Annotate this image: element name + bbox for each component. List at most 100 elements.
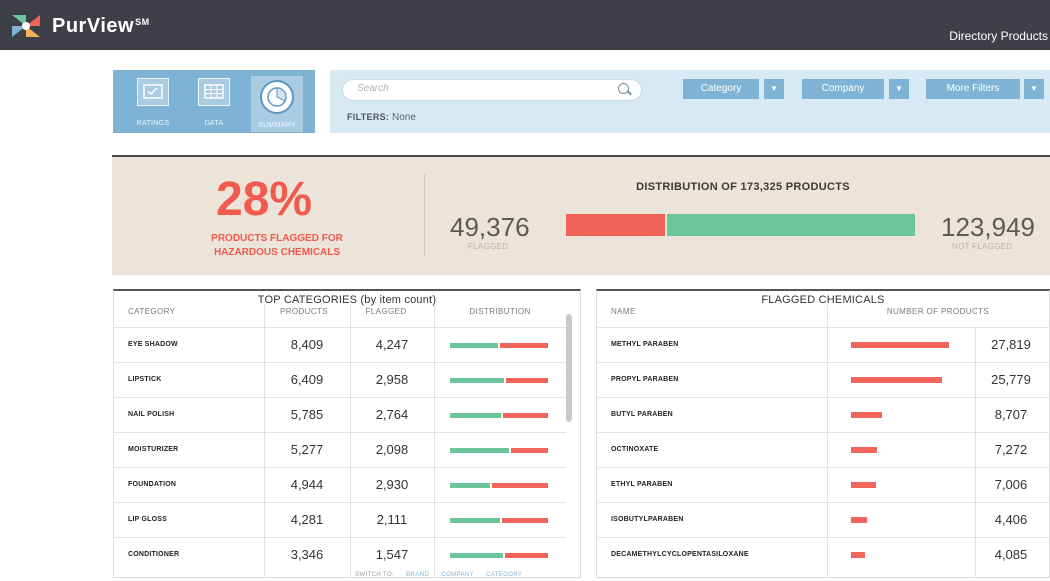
chemical-count-bar bbox=[851, 482, 876, 488]
table-row[interactable]: MOISTURIZER 5,277 2,098 bbox=[114, 432, 566, 468]
flagged-percent-label-line1: PRODUCTS FLAGGED FOR bbox=[211, 233, 343, 244]
table-row[interactable]: CONDITIONER 3,346 1,547 bbox=[114, 537, 566, 573]
category-flagged: 2,930 bbox=[375, 477, 409, 492]
more-filters-chevron-icon[interactable]: ▼ bbox=[1024, 79, 1044, 99]
categories-scrollbar[interactable] bbox=[566, 314, 572, 422]
summary-pie-icon bbox=[260, 80, 294, 114]
chemical-name: DECAMETHYLCYCLOPENTASILOXANE bbox=[611, 551, 749, 558]
filters-value: None bbox=[392, 112, 416, 123]
top-bar: PurViewSM Directory Products bbox=[0, 0, 1050, 50]
switch-category-link[interactable]: CATEGORY bbox=[486, 572, 522, 578]
chemical-count-bar bbox=[851, 412, 882, 418]
search-placeholder: Search bbox=[357, 83, 389, 94]
distribution-bar bbox=[566, 214, 915, 236]
table-row[interactable]: NAIL POLISH 5,785 2,764 bbox=[114, 397, 566, 433]
category-flagged: 2,764 bbox=[375, 407, 409, 422]
category-products: 5,785 bbox=[290, 407, 324, 422]
flagged-count: 49,376 bbox=[450, 212, 530, 242]
category-filter-button[interactable]: Category bbox=[683, 79, 759, 99]
distribution-green-bar bbox=[450, 483, 490, 488]
chemical-name: ISOBUTYLPARABEN bbox=[611, 516, 684, 523]
search-input[interactable]: Search bbox=[342, 79, 642, 101]
view-switcher: RATINGS DATA SUMMARY bbox=[113, 70, 315, 133]
switch-to-label: SWITCH TO: bbox=[355, 572, 395, 578]
nav-directory-products[interactable]: Directory Products bbox=[949, 29, 1048, 43]
category-flagged: 2,111 bbox=[376, 512, 408, 527]
distribution-red-bar bbox=[502, 518, 548, 523]
distribution-red-bar bbox=[500, 343, 548, 348]
category-products: 5,277 bbox=[290, 442, 324, 457]
search-icon[interactable] bbox=[618, 83, 629, 94]
table-row[interactable]: LIPSTICK 6,409 2,958 bbox=[114, 362, 566, 398]
category-products: 4,944 bbox=[290, 477, 324, 492]
filter-bar: Search Category ▼ Company ▼ More Filters… bbox=[330, 70, 1050, 133]
switch-to-links: SWITCH TO: BRAND COMPANY CATEGORY bbox=[355, 572, 522, 578]
view-summary-button[interactable]: SUMMARY bbox=[251, 76, 303, 132]
switch-company-link[interactable]: COMPANY bbox=[441, 572, 474, 578]
view-ratings-button[interactable]: RATINGS bbox=[129, 78, 177, 128]
distribution-red-bar bbox=[506, 378, 548, 383]
chemical-count: 7,006 bbox=[994, 477, 1028, 492]
switch-brand-link[interactable]: BRAND bbox=[406, 572, 429, 578]
category-name: LIPSTICK bbox=[128, 376, 162, 383]
more-filters-button[interactable]: More Filters bbox=[926, 79, 1020, 99]
distribution-not-flagged-segment bbox=[667, 214, 915, 236]
table-row[interactable]: ETHYL PARABEN 7,006 bbox=[597, 467, 1049, 503]
distribution-red-bar bbox=[505, 553, 548, 558]
col-header-category[interactable]: CATEGORY bbox=[128, 307, 175, 316]
distribution-green-bar bbox=[450, 343, 498, 348]
summary-divider bbox=[424, 174, 425, 256]
distribution-title: DISTRIBUTION OF 173,325 PRODUCTS bbox=[636, 181, 850, 193]
table-row[interactable]: LIP GLOSS 4,281 2,111 bbox=[114, 502, 566, 538]
table-row[interactable]: ISOBUTYLPARABEN 4,406 bbox=[597, 502, 1049, 538]
chemical-count-bar bbox=[851, 447, 877, 453]
category-products: 4,281 bbox=[290, 512, 324, 527]
chemical-name: PROPYL PARABEN bbox=[611, 376, 679, 383]
table-row[interactable]: FOUNDATION 4,944 2,930 bbox=[114, 467, 566, 503]
category-name: LIP GLOSS bbox=[128, 516, 168, 523]
company-dropdown-chevron-icon[interactable]: ▼ bbox=[889, 79, 909, 99]
table-row[interactable]: METHYL PARABEN 27,819 bbox=[597, 327, 1049, 363]
top-categories-table: TOP CATEGORIES (by item count) CATEGORY … bbox=[113, 289, 581, 578]
flagged-percent-label: PRODUCTS FLAGGED FOR HAZARDOUS CHEMICALS bbox=[172, 232, 382, 260]
table-row[interactable]: EYE SHADOW 8,409 4,247 bbox=[114, 327, 566, 363]
col-header-distribution[interactable]: DISTRIBUTION bbox=[440, 307, 560, 316]
category-products: 8,409 bbox=[290, 337, 324, 352]
distribution-green-bar bbox=[450, 518, 500, 523]
view-data-label: DATA bbox=[204, 120, 224, 127]
company-filter-button[interactable]: Company bbox=[802, 79, 884, 99]
col-header-name[interactable]: NAME bbox=[611, 307, 636, 316]
col-header-products[interactable]: PRODUCTS bbox=[264, 307, 344, 316]
category-name: NAIL POLISH bbox=[128, 411, 175, 418]
chemical-count-bar bbox=[851, 377, 942, 383]
view-data-button[interactable]: DATA bbox=[190, 78, 238, 128]
distribution-green-bar bbox=[450, 553, 503, 558]
table-row[interactable]: DECAMETHYLCYCLOPENTASILOXANE 4,085 bbox=[597, 537, 1049, 573]
view-summary-label: SUMMARY bbox=[258, 122, 296, 129]
table-row[interactable]: OCTINOXATE 7,272 bbox=[597, 432, 1049, 468]
flagged-chemicals-table: FLAGGED CHEMICALS NAME NUMBER OF PRODUCT… bbox=[596, 289, 1050, 578]
chemical-name: METHYL PARABEN bbox=[611, 341, 679, 348]
chemical-count: 8,707 bbox=[994, 407, 1028, 422]
top-categories-title: TOP CATEGORIES (by item count) bbox=[257, 294, 437, 306]
table-row[interactable]: BUTYL PARABEN 8,707 bbox=[597, 397, 1049, 433]
distribution-red-bar bbox=[511, 448, 548, 453]
category-name: CONDITIONER bbox=[128, 551, 180, 558]
distribution-flagged-segment bbox=[566, 214, 665, 236]
chemical-count: 25,779 bbox=[991, 372, 1031, 387]
category-name: EYE SHADOW bbox=[128, 341, 178, 348]
brand-name[interactable]: PurViewSM bbox=[52, 15, 150, 38]
distribution-green-bar bbox=[450, 378, 504, 383]
chemical-count: 4,085 bbox=[994, 547, 1028, 562]
category-flagged: 2,958 bbox=[375, 372, 409, 387]
flagged-chemicals-title: FLAGGED CHEMICALS bbox=[761, 294, 885, 306]
distribution-green-bar bbox=[450, 448, 509, 453]
chemical-count-bar bbox=[851, 517, 867, 523]
table-row[interactable]: PROPYL PARABEN 25,779 bbox=[597, 362, 1049, 398]
chemical-count: 27,819 bbox=[991, 337, 1031, 352]
col-header-number-of-products[interactable]: NUMBER OF PRODUCTS bbox=[829, 307, 1047, 316]
col-header-flagged[interactable]: FLAGGED bbox=[352, 307, 420, 316]
category-dropdown-chevron-icon[interactable]: ▼ bbox=[764, 79, 784, 99]
data-grid-icon bbox=[198, 78, 230, 106]
purview-logo-icon[interactable] bbox=[10, 13, 42, 39]
